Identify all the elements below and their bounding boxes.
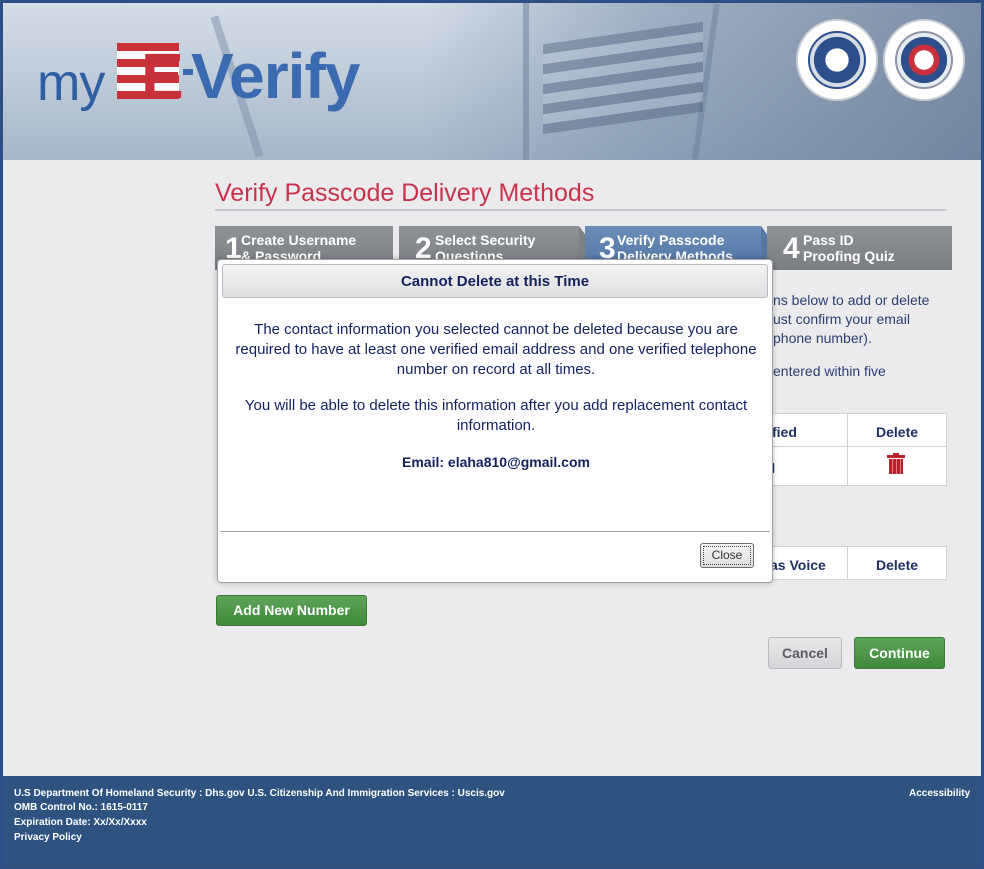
accessibility-link[interactable]: Accessibility <box>909 788 970 799</box>
ssa-seal-icon <box>883 19 965 101</box>
trash-icon[interactable] <box>887 453 905 474</box>
add-new-number-button[interactable]: Add New Number <box>216 595 367 626</box>
phone-voice-header: as Voice <box>770 557 826 573</box>
page-title: Verify Passcode Delivery Methods <box>215 179 595 207</box>
title-divider <box>215 209 947 211</box>
cancel-button[interactable]: Cancel <box>768 637 842 669</box>
footer: U.S Department Of Homeland Security : Dh… <box>3 776 981 866</box>
dialog-divider <box>220 531 770 532</box>
omb-control: OMB Control No.: 1615-0117 <box>14 802 148 813</box>
dhs-seal-icon <box>796 19 878 101</box>
footer-links[interactable]: U.S Department Of Homeland Security : Dh… <box>14 788 505 799</box>
header-banner: my E Verify <box>3 3 981 160</box>
dialog-message: The contact information you selected can… <box>235 321 757 378</box>
email-delete-header: Delete <box>876 424 919 440</box>
expiration-date: Expiration Date: Xx/Xx/Xxxx <box>14 817 147 828</box>
instruction-text: ns below to add or delete ust confirm yo… <box>773 292 930 346</box>
app-window: my E Verify Verify Passcode Delivery Met… <box>0 0 984 869</box>
dialog-message-2: You will be able to delete this informat… <box>244 397 748 434</box>
continue-button[interactable]: Continue <box>854 637 945 669</box>
email-verified-header: fied <box>772 424 797 440</box>
dialog-title: Cannot Delete at this Time <box>400 273 590 290</box>
dialog-email: Email: elaha810@gmail.com <box>402 454 590 470</box>
phone-delete-header: Delete <box>876 557 919 573</box>
step-4: 4 Pass ID Proofing Quiz <box>767 226 952 270</box>
dialog-header: Cannot Delete at this Time <box>222 264 768 298</box>
privacy-policy-link[interactable]: Privacy Policy <box>14 832 82 843</box>
instruction-text-2: entered within five <box>773 363 886 379</box>
cannot-delete-dialog: Cannot Delete at this Time The contact i… <box>217 259 773 583</box>
dialog-body: The contact information you selected can… <box>232 320 760 488</box>
close-button[interactable]: Close <box>700 543 754 568</box>
